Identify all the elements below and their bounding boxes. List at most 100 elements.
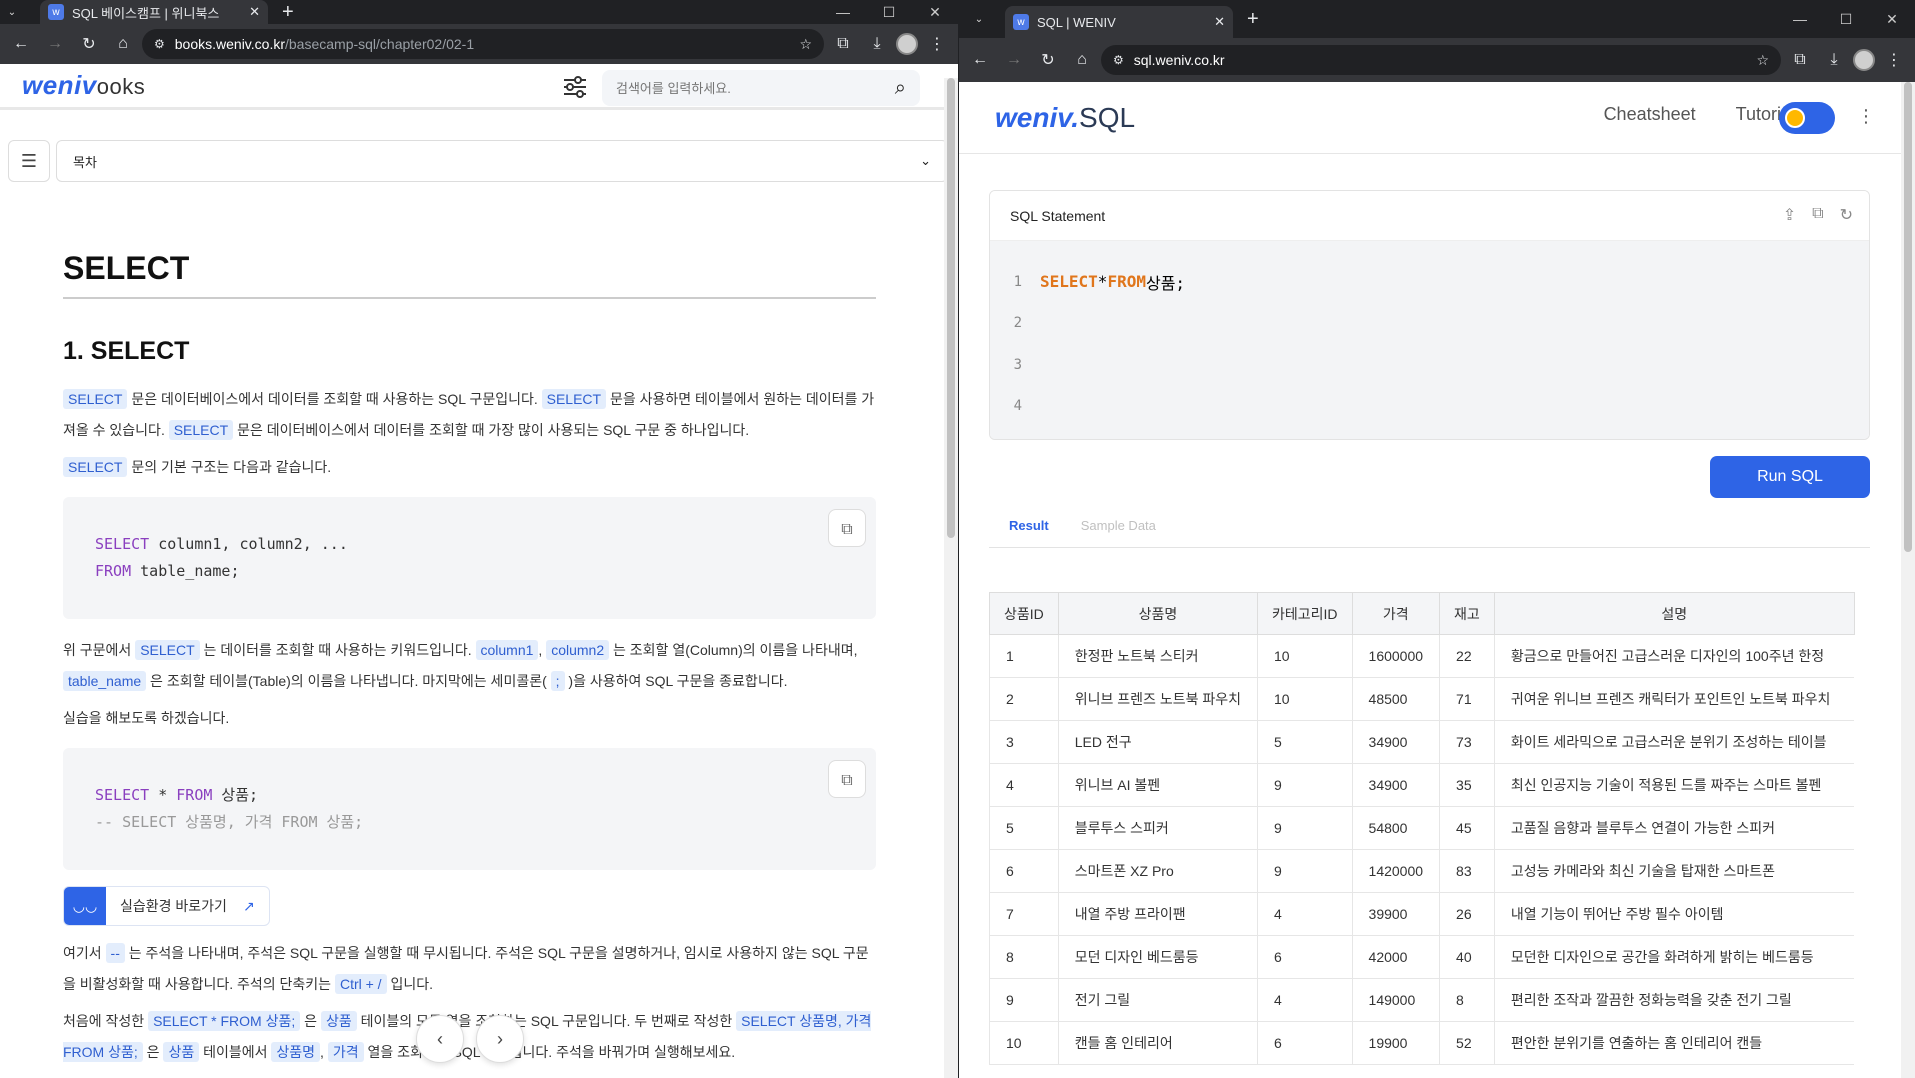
- theme-toggle[interactable]: [1779, 102, 1835, 134]
- next-page-icon[interactable]: ›: [476, 1015, 524, 1063]
- download-icon[interactable]: ⤓: [1819, 45, 1849, 75]
- table-cell: 10: [989, 1021, 1059, 1065]
- table-cell: 48500: [1351, 677, 1440, 721]
- maximize-icon[interactable]: ☐: [866, 0, 912, 24]
- table-cell: 3: [989, 720, 1059, 764]
- run-sql-button[interactable]: Run SQL: [1710, 456, 1870, 498]
- result-table-wrapper: 상품ID 상품명 카테고리ID 가격 재고 설명 1 한정판 노트북 스티커 10 160000…: [989, 592, 1870, 1065]
- more-options-icon[interactable]: ⋮: [1857, 106, 1875, 127]
- forward-icon[interactable]: →: [40, 29, 70, 59]
- tab-title: SQL 베이스캠프 | 위니북스: [72, 5, 220, 21]
- reload-icon[interactable]: ↻: [74, 29, 104, 59]
- search-icon[interactable]: ⌕: [895, 77, 906, 100]
- top-nav: Cheatsheet Tutorial: [1604, 104, 1795, 125]
- home-icon[interactable]: ⌂: [1067, 45, 1097, 75]
- tab-search-button[interactable]: ⌄: [967, 8, 991, 30]
- column-header: 상품명: [1057, 592, 1259, 635]
- table-cell: 10: [1257, 677, 1353, 721]
- inline-code: SELECT: [63, 389, 128, 409]
- site-info-icon[interactable]: ⚙: [1113, 53, 1124, 67]
- sql-header: weniv.SQL Cheatsheet Tutorial ⋮: [959, 82, 1915, 154]
- toc-label: 목차: [73, 154, 97, 170]
- url-path: /basecamp-sql/chapter02/02-1: [285, 36, 475, 52]
- search-input[interactable]: [616, 80, 895, 96]
- table-cell: 39900: [1351, 892, 1440, 936]
- table-cell: 71: [1439, 677, 1495, 721]
- menu-kebab-icon[interactable]: ⋮: [922, 29, 952, 59]
- new-tab-button[interactable]: +: [282, 1, 294, 24]
- extensions-icon[interactable]: ⧉: [1785, 45, 1815, 75]
- table-cell: 42000: [1351, 935, 1440, 979]
- copy-icon[interactable]: ⧉: [828, 760, 866, 798]
- tab-weniv-sql[interactable]: w SQL | WENIV ✕: [1005, 6, 1233, 38]
- back-icon[interactable]: ←: [6, 29, 36, 59]
- address-bar[interactable]: ⚙ books.weniv.co.kr/basecamp-sql/chapter…: [142, 29, 824, 59]
- scrollbar[interactable]: [1901, 82, 1915, 1078]
- table-cell: 19900: [1351, 1021, 1440, 1065]
- bookmark-star-icon[interactable]: ☆: [799, 36, 812, 53]
- weniv-books-logo[interactable]: wenivooks: [22, 70, 145, 101]
- practice-link-button[interactable]: ◡◡ 실습환경 바로가기 ↗: [63, 886, 270, 926]
- toc-dropdown[interactable]: 목차 ⌄: [56, 140, 948, 182]
- minimize-icon[interactable]: —: [1777, 0, 1823, 38]
- nav-cheatsheet[interactable]: Cheatsheet: [1604, 104, 1696, 125]
- forward-icon[interactable]: →: [999, 45, 1029, 75]
- profile-avatar[interactable]: [896, 33, 918, 55]
- scrollbar-thumb[interactable]: [1904, 82, 1912, 552]
- tab-weniv-books[interactable]: w SQL 베이스캠프 | 위니북스 ✕: [40, 0, 268, 24]
- hamburger-menu-icon[interactable]: ☰: [8, 140, 50, 182]
- url-host: books.weniv.co.kr: [174, 36, 285, 52]
- scrollbar-thumb[interactable]: [947, 78, 955, 538]
- reset-icon[interactable]: ↻: [1840, 205, 1853, 225]
- copy-icon[interactable]: ⧉: [1812, 205, 1823, 225]
- copy-icon[interactable]: ⧉: [828, 509, 866, 547]
- table-cell: 40: [1439, 935, 1495, 979]
- tab-result[interactable]: Result: [1009, 518, 1049, 533]
- toc-row: ☰ 목차 ⌄: [8, 140, 948, 182]
- menu-kebab-icon[interactable]: ⋮: [1879, 45, 1909, 75]
- code-block: ⧉ SELECT * FROM 상품; -- SELECT 상품명, 가격 FR…: [63, 748, 876, 870]
- close-window-icon[interactable]: ✕: [912, 0, 958, 24]
- table-cell: 8: [1439, 978, 1495, 1022]
- close-tab-icon[interactable]: ✕: [1214, 14, 1225, 30]
- paragraph: 여기서 -- 는 주석을 나타내며, 주석은 SQL 구문을 실행할 때 무시됩…: [63, 943, 869, 994]
- bookmark-star-icon[interactable]: ☆: [1756, 52, 1769, 69]
- column-header: 재고: [1439, 592, 1495, 635]
- tab-search-button[interactable]: ⌄: [0, 1, 24, 23]
- tab-sample-data[interactable]: Sample Data: [1081, 518, 1156, 533]
- table-cell: 2: [989, 677, 1059, 721]
- settings-sliders-icon[interactable]: [562, 76, 588, 98]
- table-cell: 내열 기능이 뛰어난 주방 필수 아이템: [1493, 892, 1855, 936]
- reload-icon[interactable]: ↻: [1033, 45, 1063, 75]
- minimize-icon[interactable]: —: [820, 0, 866, 24]
- table-cell: 45: [1439, 806, 1495, 850]
- back-icon[interactable]: ←: [965, 45, 995, 75]
- weniv-sql-logo[interactable]: weniv.SQL: [995, 102, 1135, 134]
- scrollbar[interactable]: [944, 78, 958, 1078]
- close-tab-icon[interactable]: ✕: [249, 4, 260, 20]
- prev-page-icon[interactable]: ‹: [416, 1015, 464, 1063]
- upload-icon[interactable]: ⇪: [1783, 205, 1796, 225]
- new-tab-button[interactable]: +: [1247, 8, 1259, 31]
- table-row: 8 모던 디자인 베드룸등 6 42000 40 모던한 디자인으로 공간을 화려하게 밝…: [989, 935, 1855, 979]
- profile-avatar[interactable]: [1853, 49, 1875, 71]
- table-row: 5 블루투스 스피커 9 54800 45 고품질 음향과 블루투스 연결이 가능한 스피…: [989, 806, 1855, 850]
- site-info-icon[interactable]: ⚙: [154, 37, 165, 51]
- address-bar[interactable]: ⚙ sql.weniv.co.kr ☆: [1101, 45, 1781, 75]
- table-cell: 73: [1439, 720, 1495, 764]
- table-cell: 4: [1257, 978, 1353, 1022]
- home-icon[interactable]: ⌂: [108, 29, 138, 59]
- table-cell: 편리한 조작과 깔끔한 정화능력을 갖춘 전기 그릴: [1493, 978, 1855, 1022]
- close-window-icon[interactable]: ✕: [1869, 0, 1915, 38]
- section-heading: 1. SELECT: [63, 337, 190, 365]
- table-cell: 모던 디자인 베드룸등: [1057, 935, 1258, 979]
- maximize-icon[interactable]: ☐: [1823, 0, 1869, 38]
- extensions-icon[interactable]: ⧉: [828, 29, 858, 59]
- table-header-row: 상품ID 상품명 카테고리ID 가격 재고 설명: [989, 592, 1855, 635]
- sql-editor[interactable]: 1 SELECT * FROM 상품; 2 3 4: [990, 241, 1869, 439]
- table-row: 9 전기 그릴 4 149000 8 편리한 조작과 깔끔한 정화능력을 갖춘 전기 그릴: [989, 978, 1855, 1022]
- table-cell: 8: [989, 935, 1059, 979]
- table-cell: 6: [989, 849, 1059, 893]
- table-cell: 9: [1257, 763, 1353, 807]
- download-icon[interactable]: ⤓: [862, 29, 892, 59]
